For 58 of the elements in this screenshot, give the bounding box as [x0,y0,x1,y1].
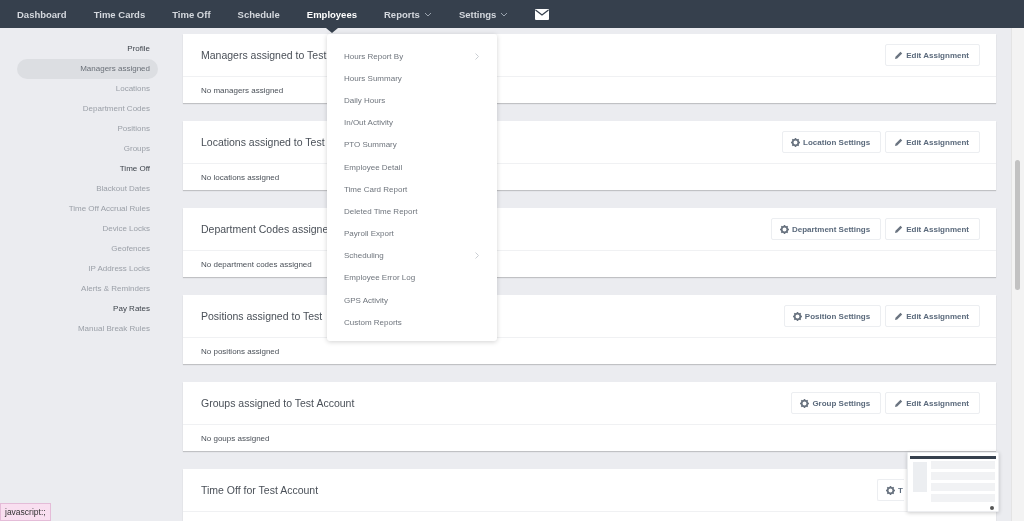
menu-item[interactable]: Payroll Export [327,222,497,245]
card-message: No goups assigned [201,433,270,443]
nav-link[interactable]: Dashboard [17,0,67,28]
settings-button[interactable]: T [877,479,904,501]
pencil-icon [894,50,904,60]
settings-button[interactable]: Position Settings [783,305,882,327]
card-title: Positions assigned to Test [201,310,323,322]
settings-button[interactable]: Department Settings [770,218,882,240]
card-message: No locations assigned [201,172,280,182]
card-title: Department Codes assigne [201,223,329,235]
mail-icon[interactable] [535,8,550,20]
pencil-icon [894,398,904,408]
pencil-icon [894,137,904,147]
menu-item[interactable]: Hours Summary [327,67,497,90]
nav-link[interactable]: Time Cards [93,0,146,28]
nav-link[interactable]: Reports [384,0,432,28]
scrollbar[interactable] [1011,28,1024,521]
nav-link[interactable]: Settings [458,0,509,28]
menu-item[interactable]: PTO Summary [327,133,497,156]
menu-item[interactable]: Daily Hours [327,89,497,112]
card-title: Managers assigned to Test [201,49,327,61]
edit-assignment-button[interactable]: Edit Assignment [885,218,980,240]
card-title: Groups assigned to Test Account [201,397,355,409]
pencil-icon [894,224,904,234]
settings-button[interactable]: Group Settings [791,392,882,414]
menu-item[interactable]: In/Out Activity [327,111,497,134]
edit-assignment-button[interactable]: Edit Assignment [885,392,980,414]
card-title: Locations assigned to Test [201,136,325,148]
gear-icon [800,398,810,408]
menu-item[interactable]: Hours Report By [327,45,497,68]
pencil-icon [894,311,904,321]
menu-item[interactable]: Employee Detail [327,155,497,179]
sidebar-item[interactable]: Pay Rates [17,299,158,319]
menu-item[interactable]: Scheduling [327,244,497,267]
menu-item[interactable]: GPS Activity [327,289,497,312]
edit-assignment-button[interactable]: Edit Assignment [885,305,980,327]
page-thumbnail-drawing[interactable] [907,452,999,512]
menu-item[interactable]: Employee Error Log [327,266,497,290]
menu-item[interactable]: Custom Reports [327,311,497,334]
edit-assignment-button[interactable]: Edit Assignment [885,44,980,66]
nav-link[interactable]: Schedule [237,0,280,28]
settings-button[interactable]: Location Settings [782,131,882,153]
sidebar-item[interactable]: Profile [17,39,158,59]
menu-item[interactable]: Time Card Report [327,178,497,201]
gear-icon [886,485,896,495]
nav-link[interactable]: Time Off [172,0,211,28]
card-title: Time Off for Test Account [201,484,319,496]
status-url: javascript:; [0,503,51,521]
gear-icon [779,224,789,234]
menu-item[interactable]: Deleted Time Report [327,200,497,223]
card-message: No positions assigned [201,346,280,356]
sidebar-item[interactable]: Managers assigned [17,59,158,79]
gear-icon [792,311,802,321]
edit-assignment-button[interactable]: Edit Assignment [885,131,980,153]
gear-icon [791,137,801,147]
card-message: No managers assigned [201,85,284,95]
sidebar-item[interactable]: Time Off [17,159,158,179]
card-message: No department codes assigned [201,259,312,269]
